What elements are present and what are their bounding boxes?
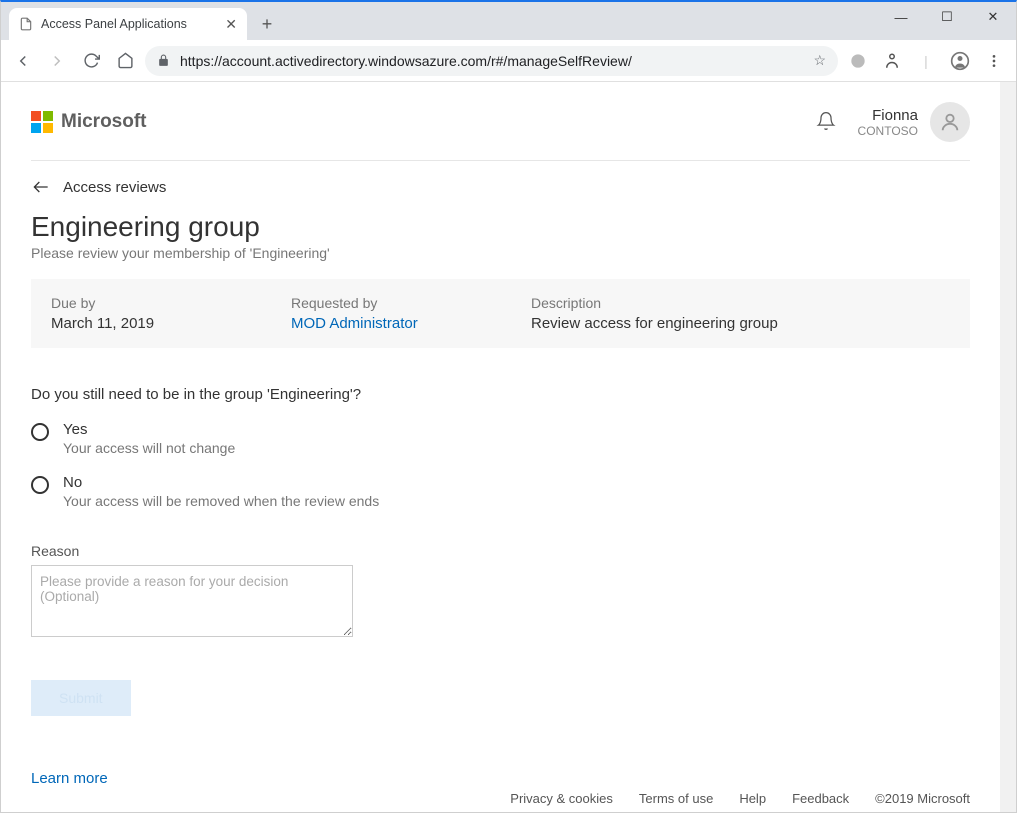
site-header: Microsoft Fionna CONTOSO: [31, 96, 970, 161]
due-by-value: March 11, 2019: [51, 315, 231, 332]
brand-text: Microsoft: [61, 111, 147, 133]
browser-titlebar: Access Panel Applications ✕ + — ☐ ✕: [1, 2, 1016, 40]
browser-tab[interactable]: Access Panel Applications ✕: [9, 8, 247, 40]
avatar: [930, 102, 970, 142]
option-yes-sub: Your access will not change: [63, 440, 235, 456]
page-subtitle: Please review your membership of 'Engine…: [31, 245, 970, 261]
browser-window: Access Panel Applications ✕ + — ☐ ✕ http…: [0, 0, 1017, 813]
radio-no[interactable]: [31, 476, 49, 494]
user-name: Fionna: [858, 107, 918, 124]
browser-menu-button[interactable]: [980, 47, 1008, 75]
page-footer: Privacy & cookies Terms of use Help Feed…: [510, 791, 970, 806]
breadcrumb-back[interactable]: Access reviews: [31, 161, 970, 207]
tab-close-icon[interactable]: ✕: [225, 16, 237, 33]
description-value: Review access for engineering group: [531, 315, 950, 332]
radio-yes[interactable]: [31, 423, 49, 441]
option-yes-label: Yes: [63, 421, 235, 438]
submit-button[interactable]: Submit: [31, 680, 131, 716]
browser-toolbar: https://account.activedirectory.windowsa…: [1, 40, 1016, 82]
notifications-button[interactable]: [816, 111, 836, 134]
divider: |: [912, 47, 940, 75]
due-by-label: Due by: [51, 295, 231, 311]
lock-icon: [157, 54, 170, 67]
breadcrumb-label: Access reviews: [63, 179, 166, 196]
review-info-panel: Due by March 11, 2019 Requested by MOD A…: [31, 279, 970, 348]
user-menu[interactable]: Fionna CONTOSO: [858, 102, 970, 142]
window-minimize-button[interactable]: —: [878, 2, 924, 32]
window-controls: — ☐ ✕: [878, 2, 1016, 32]
footer-terms-link[interactable]: Terms of use: [639, 791, 713, 806]
microsoft-logo-icon: [31, 111, 53, 133]
profile-button[interactable]: [946, 47, 974, 75]
question-prompt: Do you still need to be in the group 'En…: [31, 386, 970, 403]
vertical-scrollbar[interactable]: [1000, 82, 1016, 812]
back-arrow-icon: [31, 177, 51, 197]
home-button[interactable]: [111, 47, 139, 75]
extension-icon[interactable]: [844, 47, 872, 75]
footer-feedback-link[interactable]: Feedback: [792, 791, 849, 806]
tab-title: Access Panel Applications: [41, 17, 187, 31]
page-icon: [19, 17, 33, 31]
bookmark-star-icon[interactable]: ☆: [813, 52, 826, 69]
address-bar[interactable]: https://account.activedirectory.windowsa…: [145, 46, 838, 76]
footer-privacy-link[interactable]: Privacy & cookies: [510, 791, 613, 806]
back-button[interactable]: [9, 47, 37, 75]
user-org: CONTOSO: [858, 124, 918, 138]
option-yes[interactable]: Yes Your access will not change: [31, 421, 970, 456]
requested-by-link[interactable]: MOD Administrator: [291, 315, 471, 332]
reason-label: Reason: [31, 543, 970, 559]
footer-help-link[interactable]: Help: [739, 791, 766, 806]
learn-more-link[interactable]: Learn more: [31, 770, 970, 787]
description-label: Description: [531, 295, 950, 311]
requested-by-label: Requested by: [291, 295, 471, 311]
page-title: Engineering group: [31, 211, 970, 243]
option-no[interactable]: No Your access will be removed when the …: [31, 474, 970, 509]
option-no-label: No: [63, 474, 379, 491]
window-maximize-button[interactable]: ☐: [924, 2, 970, 32]
reason-textarea[interactable]: [31, 565, 353, 637]
option-no-sub: Your access will be removed when the rev…: [63, 493, 379, 509]
page-content: Microsoft Fionna CONTOSO: [1, 82, 1000, 812]
window-close-button[interactable]: ✕: [970, 2, 1016, 32]
extension-icon-2[interactable]: [878, 47, 906, 75]
reload-button[interactable]: [77, 47, 105, 75]
microsoft-logo[interactable]: Microsoft: [31, 111, 147, 133]
new-tab-button[interactable]: +: [253, 10, 281, 38]
footer-copyright: ©2019 Microsoft: [875, 791, 970, 806]
url-text: https://account.activedirectory.windowsa…: [180, 53, 803, 69]
forward-button[interactable]: [43, 47, 71, 75]
page-viewport: Microsoft Fionna CONTOSO: [1, 82, 1016, 812]
